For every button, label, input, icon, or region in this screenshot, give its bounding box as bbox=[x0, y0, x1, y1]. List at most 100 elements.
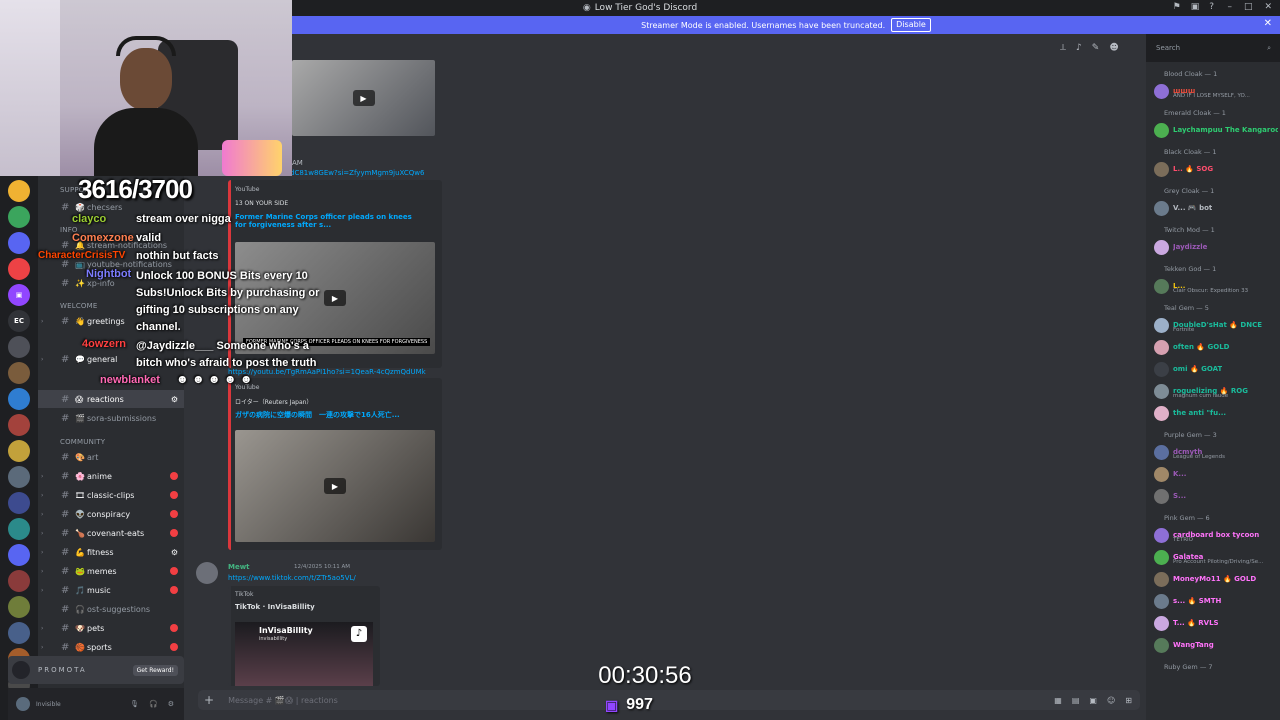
embed-author[interactable]: ロイター（Reuters Japan） bbox=[235, 397, 312, 406]
minimize-button[interactable]: – bbox=[1227, 2, 1232, 12]
sticker-icon[interactable]: ▣ bbox=[1089, 696, 1097, 705]
channel-memes[interactable]: › # 🐸 memes bbox=[38, 562, 184, 580]
member-item[interactable]: roguelizing 🔥 ROG magnum cum laude bbox=[1154, 381, 1278, 401]
channel-classic-clips[interactable]: › # 🎞 classic-clips bbox=[38, 486, 184, 504]
emoji-icon[interactable]: ☺ bbox=[1107, 696, 1115, 705]
message-link[interactable]: dC81w8GEw?si=ZfyymMgm9juXCQw6 bbox=[290, 169, 424, 177]
member-item[interactable]: s... 🔥 SMTH bbox=[1154, 591, 1278, 611]
video-thumbnail[interactable]: ▶ bbox=[292, 60, 435, 136]
channel-general[interactable]: › # 💬 general bbox=[38, 350, 184, 368]
channel-sports[interactable]: › # 🏀 sports bbox=[38, 638, 184, 656]
gif-icon[interactable]: ▤ bbox=[1072, 696, 1080, 705]
category-header[interactable]: WELCOME bbox=[60, 302, 98, 310]
server-icon[interactable] bbox=[8, 258, 30, 280]
play-icon[interactable]: ▶ bbox=[352, 90, 375, 106]
avatar[interactable] bbox=[196, 562, 218, 584]
disable-streamer-mode-button[interactable]: Disable bbox=[891, 18, 931, 32]
server-icon[interactable] bbox=[8, 492, 30, 514]
member-item[interactable]: Jaydizzle bbox=[1154, 237, 1278, 257]
member-item[interactable]: T... 🔥 RVLS bbox=[1154, 613, 1278, 633]
channel-conspiracy[interactable]: › # 👽 conspiracy bbox=[38, 505, 184, 523]
close-banner-icon[interactable]: ✕ bbox=[1264, 18, 1272, 29]
member-item[interactable]: Laychampuu The Kangaroo bbox=[1154, 120, 1278, 140]
video-thumbnail[interactable]: ▶ bbox=[235, 430, 435, 542]
embed-title[interactable]: Former Marine Corps officer pleads on kn… bbox=[235, 213, 425, 229]
server-icon[interactable]: EC bbox=[8, 310, 30, 332]
headphones-icon[interactable]: 🎧 bbox=[149, 700, 158, 708]
tiktok-thumbnail[interactable]: InVisaBillity invisabillity ♪ bbox=[235, 622, 373, 686]
avatar[interactable] bbox=[16, 697, 30, 711]
channel-pets[interactable]: › # 🐶 pets bbox=[38, 619, 184, 637]
close-window-button[interactable]: ✕ bbox=[1264, 2, 1272, 12]
inbox-icon[interactable]: ⚑ bbox=[1173, 2, 1181, 12]
message-link[interactable]: https://youtu.be/TgRmAaPI1ho?si=1QeaR-4c… bbox=[228, 368, 426, 376]
server-icon[interactable] bbox=[8, 596, 30, 618]
gift-icon[interactable]: ▦ bbox=[1054, 696, 1062, 705]
member-item[interactable]: omi 🔥 GOAT bbox=[1154, 359, 1278, 379]
member-item[interactable]: MoneyMo11 🔥 GOLD bbox=[1154, 569, 1278, 589]
pinned-icon[interactable]: ✎ bbox=[1092, 43, 1100, 53]
add-attachment-icon[interactable]: + bbox=[204, 693, 214, 707]
member-item[interactable]: DoubleD'sHat 🔥 DNCE Fortnite bbox=[1154, 315, 1278, 335]
server-icon[interactable] bbox=[8, 622, 30, 644]
apps-icon[interactable]: ⊞ bbox=[1125, 696, 1132, 705]
user-settings-icon[interactable]: ⚙ bbox=[168, 700, 174, 708]
settings-icon[interactable]: ⚙ bbox=[171, 395, 178, 404]
server-icon[interactable] bbox=[8, 362, 30, 384]
channel-stream-notifications[interactable]: # 🔔 stream-notifications bbox=[38, 236, 184, 254]
play-icon[interactable]: ▶ bbox=[324, 290, 346, 306]
message-author[interactable]: Mewt bbox=[228, 563, 250, 571]
server-icon[interactable] bbox=[8, 544, 30, 566]
member-item[interactable]: dcmyth League of Legends bbox=[1154, 442, 1278, 462]
channel-xp-info[interactable]: # ✨ xp-info bbox=[38, 274, 184, 292]
channel-anime[interactable]: › # 🌸 anime bbox=[38, 467, 184, 485]
get-reward-button[interactable]: Get Reward! bbox=[132, 664, 178, 676]
help-icon[interactable]: ? bbox=[1209, 2, 1214, 12]
channel-ost-suggestions[interactable]: # 🎧 ost-suggestions bbox=[38, 600, 184, 618]
channel-reactions[interactable]: # 😱 reactions ⚙ bbox=[38, 390, 184, 408]
settings-icon[interactable]: ⚙ bbox=[171, 548, 178, 557]
server-icon[interactable] bbox=[8, 388, 30, 410]
channel-youtube-notifications[interactable]: # 📺 youtube-notifications bbox=[38, 255, 184, 273]
notification-settings-icon[interactable]: ♪ bbox=[1076, 43, 1082, 53]
message-link[interactable]: https://www.tiktok.com/t/ZTr5ao5VL/ bbox=[228, 574, 356, 582]
screen-icon[interactable]: ▣ bbox=[1191, 2, 1200, 12]
channel-music[interactable]: › # 🎵 music bbox=[38, 581, 184, 599]
twitch-server-icon[interactable]: ▣ bbox=[8, 284, 30, 306]
server-icon[interactable] bbox=[8, 466, 30, 488]
member-item[interactable]: WangTang bbox=[1154, 635, 1278, 655]
member-item[interactable]: L.. 🔥 SOG bbox=[1154, 159, 1278, 179]
maximize-button[interactable]: □ bbox=[1244, 2, 1253, 12]
member-item[interactable]: the anti "fu... bbox=[1154, 403, 1278, 423]
server-icon[interactable] bbox=[8, 206, 30, 228]
channel-art[interactable]: # 🎨 art bbox=[38, 448, 184, 466]
member-item[interactable]: often 🔥 GOLD bbox=[1154, 337, 1278, 357]
microphone-icon[interactable]: 🎙 bbox=[130, 700, 139, 708]
member-item[interactable]: S... bbox=[1154, 486, 1278, 506]
category-header[interactable]: COMMUNITY bbox=[60, 438, 105, 446]
member-item[interactable]: cardboard box tycoon TETRIO bbox=[1154, 525, 1278, 545]
server-icon[interactable] bbox=[8, 414, 30, 436]
channel-fitness[interactable]: › # 💪 fitness ⚙ bbox=[38, 543, 184, 561]
channel-covenant-eats[interactable]: › # 🍗 covenant-eats bbox=[38, 524, 184, 542]
member-item[interactable]: Galatea Pro Account Piloting/Driving/Se..… bbox=[1154, 547, 1278, 567]
channel-greetings[interactable]: › # 👋 greetings bbox=[38, 312, 184, 330]
server-icon[interactable] bbox=[8, 518, 30, 540]
server-icon[interactable] bbox=[8, 570, 30, 592]
embed-title[interactable]: ガザの病院に空爆の瞬間 一連の攻撃で16人死亡... bbox=[235, 410, 435, 420]
threads-icon[interactable]: ⟂ bbox=[1060, 43, 1066, 53]
search-input[interactable]: Search ⌕ bbox=[1150, 40, 1276, 56]
server-icon[interactable] bbox=[8, 180, 30, 202]
category-header[interactable]: INFO bbox=[60, 226, 78, 234]
server-icon[interactable] bbox=[8, 440, 30, 462]
member-item[interactable]: V... 🎮 bot bbox=[1154, 198, 1278, 218]
member-item[interactable]: L... Clair Obscur: Expedition 33 bbox=[1154, 276, 1278, 296]
embed-title[interactable]: TikTok · InVisaBillity bbox=[235, 603, 315, 611]
embed-author[interactable]: 13 ON YOUR SIDE bbox=[235, 200, 288, 207]
member-list-icon[interactable]: ☻ bbox=[1109, 43, 1118, 53]
member-item[interactable]: ꟺꟺꟺ AND IF I LOSE MYSELF, YO... bbox=[1154, 81, 1278, 101]
channel-sora-submissions[interactable]: # 🎬 sora-submissions bbox=[38, 409, 184, 427]
play-icon[interactable]: ▶ bbox=[324, 478, 346, 494]
member-item[interactable]: K... bbox=[1154, 464, 1278, 484]
server-icon[interactable] bbox=[8, 232, 30, 254]
